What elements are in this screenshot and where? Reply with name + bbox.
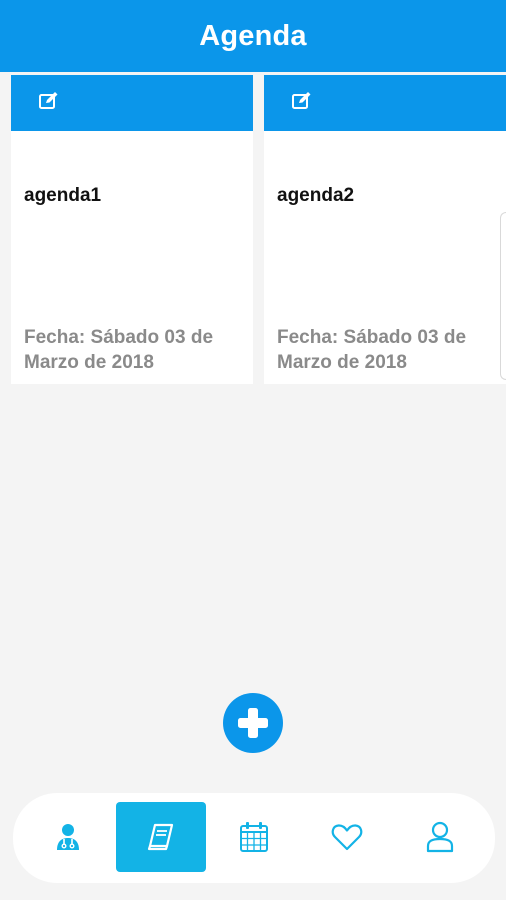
nav-item-doctors[interactable] xyxy=(23,802,113,872)
plus-icon xyxy=(238,708,268,738)
agenda-date: Fecha: Sábado 03 de Marzo de 2018 xyxy=(277,327,467,373)
next-card-edge[interactable] xyxy=(500,212,506,380)
agenda-title: agenda2 xyxy=(277,185,355,206)
nav-item-calendar[interactable] xyxy=(209,802,299,872)
app-bar: Agenda xyxy=(0,0,506,72)
agenda-date: Fecha: Sábado 03 de Marzo de 2018 xyxy=(24,327,214,373)
edit-button[interactable] xyxy=(35,87,63,115)
edit-icon xyxy=(39,92,58,109)
heart-icon xyxy=(331,824,363,851)
card-header xyxy=(11,75,253,131)
agenda-card[interactable]: agenda2 Fecha: Sábado 03 de Marzo de 201… xyxy=(264,75,506,384)
nav-item-agenda[interactable] xyxy=(116,802,206,872)
calendar-icon xyxy=(240,822,268,852)
nav-item-profile[interactable] xyxy=(395,802,485,872)
agenda-card[interactable]: agenda1 Fecha: Sábado 03 de Marzo de 201… xyxy=(11,75,253,384)
doctor-icon xyxy=(57,824,79,850)
nav-item-favorites[interactable] xyxy=(302,802,392,872)
card-header xyxy=(264,75,506,131)
agenda-title: agenda1 xyxy=(24,185,102,206)
add-agenda-button[interactable] xyxy=(223,693,283,753)
page-title: Agenda xyxy=(199,19,307,52)
edit-button[interactable] xyxy=(288,87,316,115)
bottom-nav xyxy=(13,793,495,883)
notebook-icon xyxy=(147,823,174,851)
user-icon xyxy=(426,821,454,853)
edit-icon xyxy=(292,92,311,109)
